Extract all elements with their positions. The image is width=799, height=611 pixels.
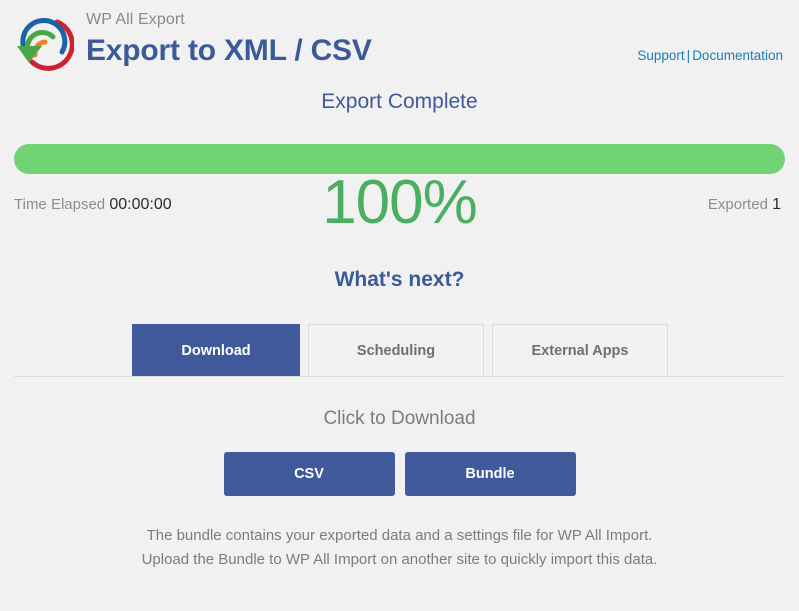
download-panel-heading: Click to Download [323, 408, 476, 429]
support-link[interactable]: Support [637, 48, 684, 63]
download-csv-label: CSV [294, 466, 324, 482]
download-bundle-label: Bundle [465, 466, 515, 482]
bundle-note: The bundle contains your exported data a… [0, 524, 799, 572]
download-bundle-button[interactable]: Bundle [404, 452, 576, 496]
bundle-note-line-2: Upload the Bundle to WP All Import on an… [141, 551, 658, 568]
tab-download-label: Download [181, 342, 251, 359]
brand-block: WP All Export Export to XML / CSV [86, 10, 372, 70]
wp-all-export-logo-icon [12, 16, 75, 74]
download-csv-button[interactable]: CSV [223, 452, 395, 496]
brand-subtitle: WP All Export [86, 11, 185, 28]
tab-external-apps-label: External Apps [531, 342, 629, 359]
tab-list: Download Scheduling External Apps [132, 324, 668, 376]
exported-label: Exported [707, 196, 768, 213]
download-buttons: CSV Bundle [0, 452, 799, 496]
tab-external-apps[interactable]: External Apps [492, 324, 668, 376]
tab-scheduling[interactable]: Scheduling [308, 324, 484, 376]
header-links: Support | Documentation [637, 48, 783, 63]
export-status-title: Export Complete [321, 90, 478, 113]
tabs-underline [14, 376, 785, 377]
bundle-note-line-1: The bundle contains your exported data a… [146, 527, 653, 544]
exported-value: 1 [772, 196, 781, 213]
tab-scheduling-label: Scheduling [356, 342, 436, 359]
whats-next-heading: What's next? [334, 268, 465, 291]
exported-count: Exported 1 [708, 196, 781, 214]
export-stats-row: Time Elapsed 00:00:00 100% Exported 1 [0, 168, 799, 252]
next-steps-tabs: Download Scheduling External Apps [0, 324, 799, 380]
page-title: Export to XML / CSV [86, 34, 372, 67]
documentation-link[interactable]: Documentation [692, 48, 783, 63]
tab-download[interactable]: Download [132, 324, 300, 376]
download-panel: Click to Download CSV Bundle The bundle … [0, 408, 799, 572]
page-header: WP All Export Export to XML / CSV Suppor… [0, 0, 799, 88]
progress-percent-label: 100% [322, 168, 478, 237]
